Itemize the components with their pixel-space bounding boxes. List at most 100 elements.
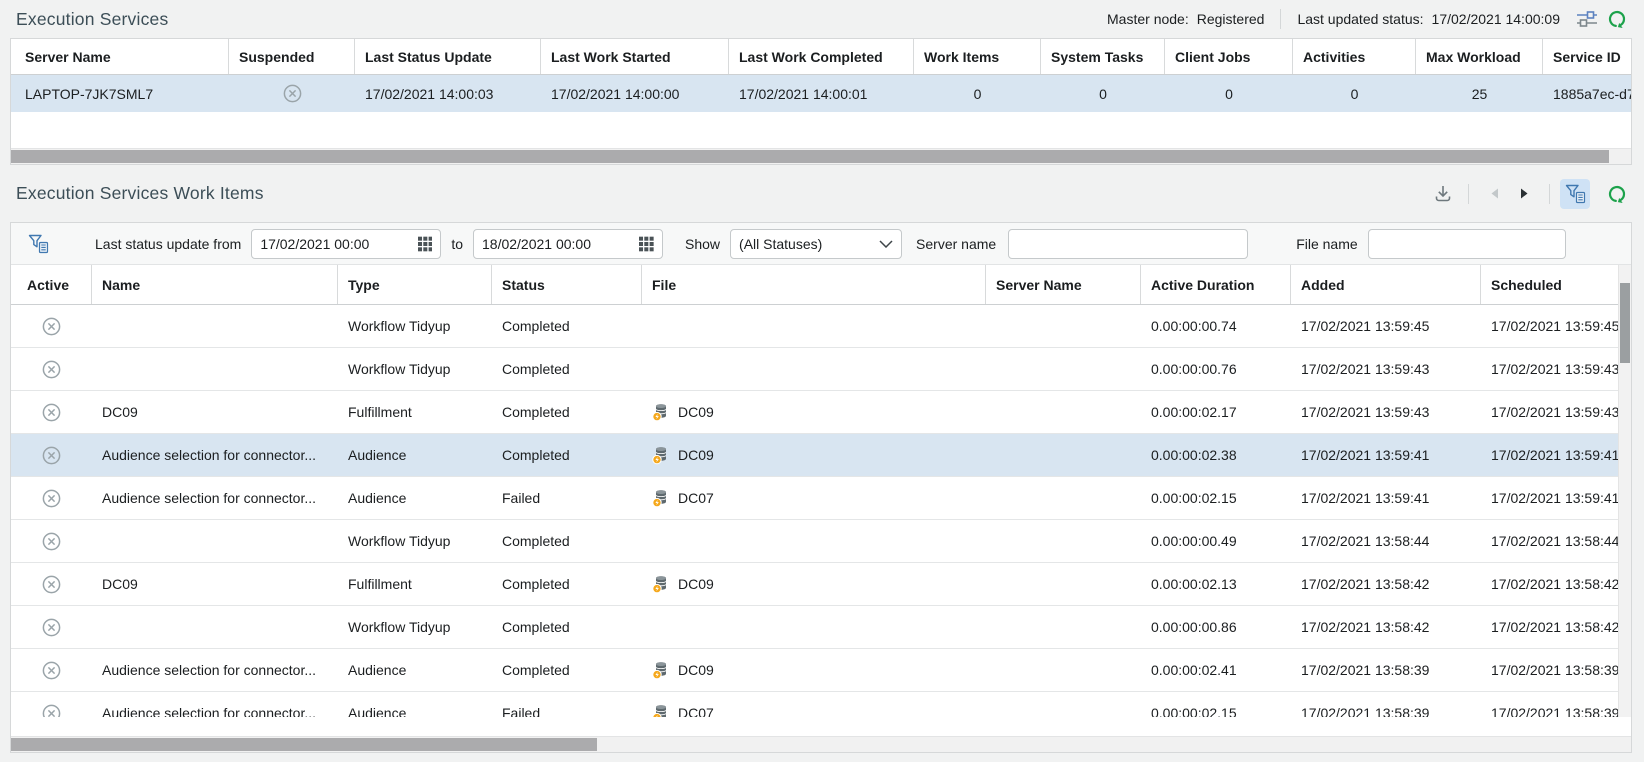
date-from-label: Last status update from [95,236,241,252]
scrollbar-thumb[interactable] [11,150,1609,163]
work-item-row[interactable]: Workflow TidyupCompleted0.00:00:00.8617/… [11,606,1631,649]
status-filter-dropdown[interactable]: (All Statuses) [730,229,902,259]
column-header-system-tasks[interactable]: System Tasks [1041,39,1165,74]
status-area: Master node: Registered Last updated sta… [1107,4,1632,34]
export-button[interactable] [1428,179,1458,209]
cell-type: Audience [338,705,492,717]
refresh-work-items-button[interactable] [1602,179,1632,209]
column-header-service-id[interactable]: Service ID [1543,39,1632,74]
work-items-table-body: Workflow Tidyup Completed 0.00:00:00.74 17/… [11,305,1631,717]
calendar-grid-icon[interactable] [418,236,433,252]
column-header-server-name[interactable]: Server Name [986,265,1141,304]
server-name-label: Server name [916,236,996,252]
file-name-label: File name [1296,236,1357,252]
work-item-row[interactable]: Audience selection for connector...Audie… [11,434,1631,477]
settings-button[interactable] [1572,4,1602,34]
service-row[interactable]: LAPTOP-7JK7SML7 17/02/2021 14:00:03 17/0… [11,75,1631,112]
services-table-header: Server Name Suspended Last Status Update… [11,39,1631,75]
services-horizontal-scrollbar[interactable] [11,148,1631,164]
cell-scheduled: 17/02/2021 13:58:39 [1481,662,1631,678]
cell-status: Completed [492,404,642,420]
cell-type: Audience [338,662,492,678]
cell-status: Failed [492,705,642,717]
work-item-row[interactable]: DC09FulfillmentCompletedDC090.00:00:02.1… [11,563,1631,606]
work-items-vertical-scrollbar[interactable] [1618,265,1631,717]
file-name-input[interactable] [1377,236,1557,252]
cell-max-workload: 25 [1416,86,1543,102]
filter-toggle-button[interactable] [1560,179,1590,209]
calendar-grid-icon[interactable] [639,236,654,252]
cell-scheduled: 17/02/2021 13:58:42 [1481,619,1631,635]
cell-scheduled: 17/02/2021 13:58:39 [1481,705,1631,717]
circle-x-icon [41,402,62,423]
date-from-field[interactable] [251,229,441,259]
database-lightning-icon [652,704,669,718]
column-header-server-name[interactable]: Server Name [11,39,229,74]
cell-name: DC09 [92,576,338,592]
work-item-row[interactable]: Workflow TidyupCompleted0.00:00:00.7417/… [11,305,1631,348]
next-page-button[interactable] [1509,179,1539,209]
work-item-row[interactable]: Audience selection for connector...Audie… [11,477,1631,520]
column-header-status[interactable]: Status [492,265,642,304]
cell-suspended [229,83,355,104]
work-items-horizontal-scrollbar[interactable] [11,736,1631,752]
work-item-row[interactable]: Audience selection for connector...Audie… [11,649,1631,692]
previous-page-button[interactable] [1479,179,1509,209]
cell-server-name: LAPTOP-7JK7SML7 [11,86,229,102]
column-header-last-work-started[interactable]: Last Work Started [541,39,729,74]
status-filter-value: (All Statuses) [739,236,822,252]
file-name-text: DC07 [678,490,714,506]
work-items-toolbar [1428,179,1632,209]
refresh-services-button[interactable] [1602,4,1632,34]
column-header-client-jobs[interactable]: Client Jobs [1165,39,1293,74]
cell-scheduled: 17/02/2021 13:58:44 [1481,533,1631,549]
column-header-suspended[interactable]: Suspended [229,39,355,74]
date-to-input[interactable] [482,236,639,252]
column-header-active[interactable]: Active [11,265,92,304]
work-item-row[interactable]: Workflow TidyupCompleted0.00:00:00.4917/… [11,520,1631,563]
cell-active-duration: 0.00:00:02.17 [1141,404,1291,420]
master-node-label: Master node: [1107,11,1189,27]
cell-type: Fulfillment [338,576,492,592]
server-name-input[interactable] [1017,236,1239,252]
scrollbar-thumb[interactable] [1620,283,1630,363]
column-header-scheduled[interactable]: Scheduled [1481,265,1632,304]
work-item-row[interactable]: DC09FulfillmentCompletedDC090.00:00:02.1… [11,391,1631,434]
circle-x-icon [41,617,62,638]
file-name-text: DC09 [678,404,714,420]
cell-added: 17/02/2021 13:59:43 [1291,361,1481,377]
cell-active-duration: 0.00:00:02.15 [1141,705,1291,717]
column-header-last-work-completed[interactable]: Last Work Completed [729,39,914,74]
column-header-activities[interactable]: Activities [1293,39,1416,74]
cell-added: 17/02/2021 13:59:43 [1291,404,1481,420]
cell-scheduled: 17/02/2021 13:58:42 [1481,576,1631,592]
column-header-work-items[interactable]: Work Items [914,39,1041,74]
date-from-input[interactable] [260,236,417,252]
file-name-text: DC09 [678,662,714,678]
cell-type: Audience [338,490,492,506]
column-header-active-duration[interactable]: Active Duration [1141,265,1291,304]
cell-active-duration: 0.00:00:00.74 [1141,318,1291,334]
divider [1549,184,1550,204]
cell-status: Completed [492,619,642,635]
work-items-panel: Last status update from to Show (All Sta… [10,222,1632,753]
work-items-title: Execution Services Work Items [16,183,264,204]
page-title: Execution Services [16,9,168,30]
column-header-last-status-update[interactable]: Last Status Update [355,39,541,74]
cell-file: DC07 [642,489,986,508]
date-to-field[interactable] [473,229,663,259]
server-name-field[interactable] [1008,229,1248,259]
scrollbar-thumb[interactable] [11,738,597,751]
column-header-file[interactable]: File [642,265,986,304]
column-header-name[interactable]: Name [92,265,338,304]
cell-active [11,531,92,552]
column-header-added[interactable]: Added [1291,265,1481,304]
file-name-field[interactable] [1368,229,1566,259]
cell-type: Workflow Tidyup [338,318,492,334]
work-item-row[interactable]: Workflow TidyupCompleted0.00:00:00.7617/… [11,348,1631,391]
column-header-max-workload[interactable]: Max Workload [1416,39,1543,74]
cell-scheduled: 17/02/2021 13:59:41 [1481,490,1631,506]
filter-bar-icon-button[interactable] [23,229,53,259]
work-item-row[interactable]: Audience selection for connector...Audie… [11,692,1631,717]
column-header-type[interactable]: Type [338,265,492,304]
